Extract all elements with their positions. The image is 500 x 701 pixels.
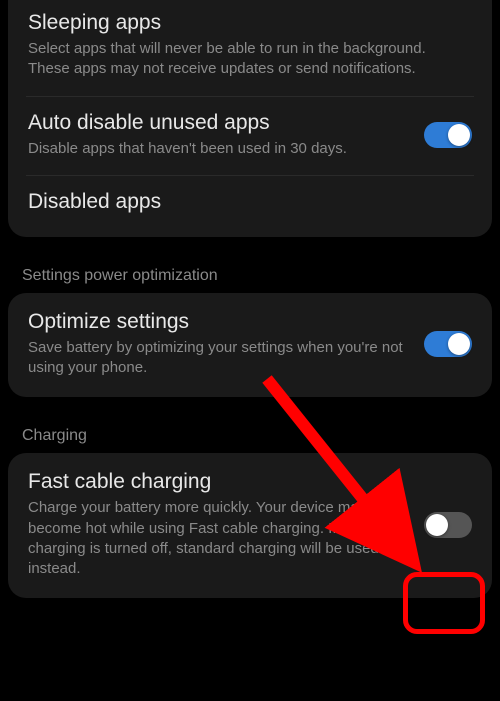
item-text: Sleeping apps Select apps that will neve… — [28, 11, 472, 80]
fast-charging-desc: Charge your battery more quickly. Your d… — [28, 498, 412, 579]
optimize-settings-title: Optimize settings — [28, 310, 412, 334]
section-header-charging: Charging — [0, 415, 500, 453]
auto-disable-item[interactable]: Auto disable unused apps Disable apps th… — [8, 97, 492, 175]
auto-disable-toggle[interactable] — [424, 122, 472, 148]
section-header-optimization: Settings power optimization — [0, 255, 500, 293]
optimization-panel: Optimize settings Save battery by optimi… — [8, 293, 492, 398]
toggle-knob — [448, 333, 470, 355]
optimize-settings-toggle[interactable] — [424, 331, 472, 357]
disabled-apps-item[interactable]: Disabled apps — [8, 176, 492, 234]
sleeping-apps-desc: Select apps that will never be able to r… — [28, 39, 460, 80]
disabled-apps-title: Disabled apps — [28, 190, 460, 214]
sleeping-apps-title: Sleeping apps — [28, 11, 460, 35]
apps-panel: Sleeping apps Select apps that will neve… — [8, 0, 492, 237]
toggle-knob — [448, 124, 470, 146]
auto-disable-desc: Disable apps that haven't been used in 3… — [28, 139, 412, 159]
toggle-knob — [426, 514, 448, 536]
charging-panel: Fast cable charging Charge your battery … — [8, 453, 492, 598]
item-text: Auto disable unused apps Disable apps th… — [28, 111, 424, 159]
fast-charging-toggle[interactable] — [424, 512, 472, 538]
fast-charging-title: Fast cable charging — [28, 470, 412, 494]
optimize-settings-desc: Save battery by optimizing your settings… — [28, 338, 412, 379]
optimize-settings-item[interactable]: Optimize settings Save battery by optimi… — [8, 296, 492, 395]
item-text: Optimize settings Save battery by optimi… — [28, 310, 424, 379]
item-text: Fast cable charging Charge your battery … — [28, 470, 424, 579]
item-text: Disabled apps — [28, 190, 472, 218]
fast-charging-item[interactable]: Fast cable charging Charge your battery … — [8, 456, 492, 595]
sleeping-apps-item[interactable]: Sleeping apps Select apps that will neve… — [8, 0, 492, 96]
auto-disable-title: Auto disable unused apps — [28, 111, 412, 135]
